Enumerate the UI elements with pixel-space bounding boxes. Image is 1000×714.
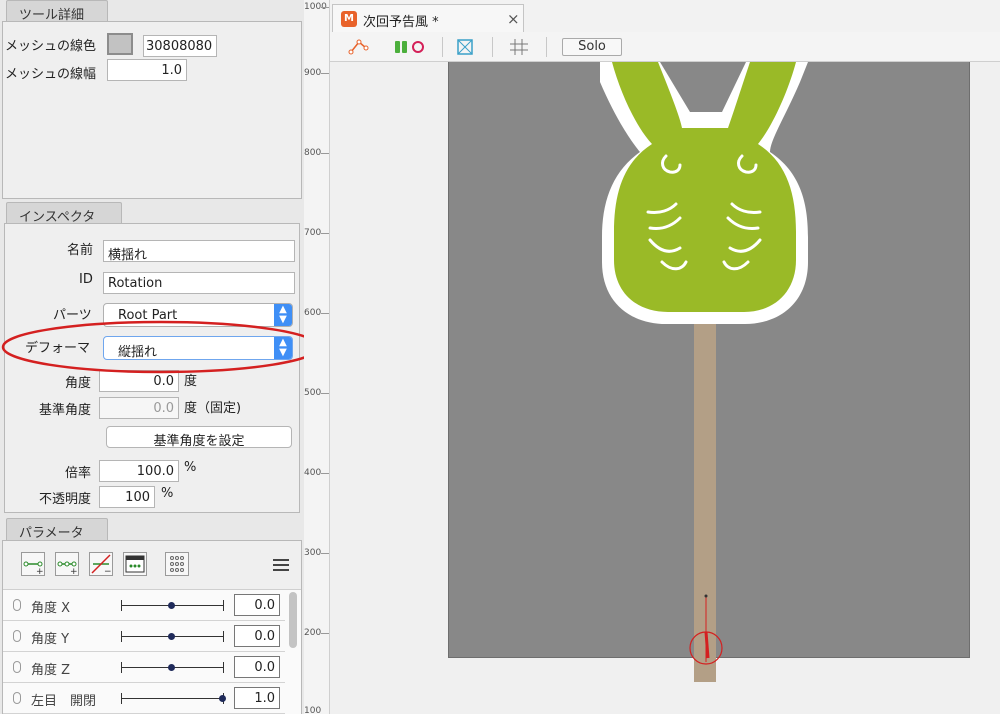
vertical-ruler: 1000 900 800 700 600 500 400 300 200 100 <box>304 0 330 714</box>
ruler-tick-label: 600 <box>304 308 322 318</box>
parameter-slider-knob[interactable] <box>168 633 175 640</box>
parameter-slider-knob[interactable] <box>168 664 175 671</box>
name-field[interactable]: 横揺れ <box>103 240 295 262</box>
mesh-color-swatch[interactable] <box>107 33 133 55</box>
ruler-tick-label: 700 <box>304 228 322 238</box>
parameter-row[interactable]: 左目 開閉 1.0 <box>3 683 285 714</box>
document-title: 次回予告風 * <box>363 15 439 30</box>
base-angle-unit: 度（固定) <box>184 401 242 416</box>
scale-field[interactable]: 100.0 <box>99 460 179 482</box>
base-angle-label: 基準角度 <box>39 403 92 418</box>
svg-text:+: + <box>36 567 44 575</box>
parameter-list: 角度 X 0.0 角度 Y 0.0 角度 Z 0.0 左目 開閉 1.0 <box>3 589 301 714</box>
close-tab-icon[interactable]: × <box>507 10 520 28</box>
ruler-tick-label: 400 <box>304 468 322 478</box>
parameter-row[interactable]: 角度 X 0.0 <box>3 590 285 621</box>
left-panels: ツール詳細 メッシュの線色 30808080 メッシュの線幅 1.0 インスペク… <box>0 0 321 714</box>
mesh-color-field[interactable]: 30808080 <box>143 35 217 57</box>
app-logo-icon: M <box>341 11 357 27</box>
tool-detail-panel: メッシュの線色 30808080 メッシュの線幅 1.0 <box>2 21 302 199</box>
parameter-row[interactable]: 角度 Z 0.0 <box>3 652 285 683</box>
parameter-value[interactable]: 0.0 <box>234 625 280 647</box>
ruler-tick-label: 900 <box>304 68 322 78</box>
parameter-value[interactable]: 1.0 <box>234 687 280 709</box>
scale-unit: % <box>184 460 197 475</box>
id-field[interactable]: Rotation <box>103 272 295 294</box>
character-illustration <box>600 62 808 682</box>
canvas-toolbar: Solo <box>330 32 1000 62</box>
grid-icon[interactable] <box>508 37 530 57</box>
parameter-value[interactable]: 0.0 <box>234 594 280 616</box>
keyform-grid-icon[interactable] <box>165 552 189 576</box>
tab-parameters[interactable]: パラメータ <box>6 518 108 541</box>
lock-icon[interactable] <box>13 692 21 704</box>
ruler-tick-label: 200 <box>304 628 322 638</box>
id-label: ID <box>79 272 93 287</box>
mesh-width-label: メッシュの線幅 <box>5 67 97 82</box>
mesh-color-label: メッシュの線色 <box>5 39 97 54</box>
parameter-label: 角度 Y <box>31 632 70 647</box>
ruler-tick-label: 300 <box>304 548 322 558</box>
name-label: 名前 <box>67 243 94 258</box>
parameter-slider-knob[interactable] <box>168 602 175 609</box>
mesh-icon[interactable] <box>454 37 476 57</box>
menu-icon[interactable] <box>273 559 289 571</box>
parameter-window-icon[interactable] <box>123 552 147 576</box>
parameter-scrollbar[interactable] <box>289 592 297 648</box>
parameter-slider-knob[interactable] <box>219 695 226 702</box>
canvas[interactable] <box>330 62 1000 714</box>
parameter-value[interactable]: 0.0 <box>234 656 280 678</box>
parameters-panel: + + − 角度 X 0.0 角度 Y 0.0 角度 Z 0.0 左目 開閉 1… <box>2 540 302 714</box>
svg-text:−: − <box>104 567 112 575</box>
mesh-width-field[interactable]: 1.0 <box>107 59 187 81</box>
set-base-angle-button[interactable]: 基準角度を設定 <box>106 426 292 449</box>
parameter-label: 角度 X <box>31 601 71 616</box>
character-body <box>612 62 796 312</box>
deformer-toggle-icon[interactable] <box>392 37 428 57</box>
opacity-field[interactable]: 100 <box>99 486 155 508</box>
tab-tool-detail[interactable]: ツール詳細 <box>6 0 108 23</box>
document-area: M 次回予告風 * × Solo <box>330 0 1000 714</box>
ruler-tick-label: 100 <box>304 706 322 714</box>
parameter-slider-track[interactable] <box>121 698 223 699</box>
add-parameter-icon[interactable]: + <box>21 552 45 577</box>
remove-keyform-icon[interactable]: − <box>89 552 113 577</box>
svg-text:+: + <box>70 567 78 575</box>
lock-icon[interactable] <box>13 661 21 673</box>
solo-button[interactable]: Solo <box>562 38 622 56</box>
base-angle-field: 0.0 <box>99 397 179 419</box>
stick <box>694 312 716 682</box>
opacity-label: 不透明度 <box>39 492 92 507</box>
ruler-tick-label: 500 <box>304 388 322 398</box>
opacity-unit: % <box>161 486 174 501</box>
scale-label: 倍率 <box>65 466 92 481</box>
ruler-tick-label: 800 <box>304 148 322 158</box>
parameter-label: 左目 開閉 <box>31 694 97 709</box>
add-keyform-icon[interactable]: + <box>55 552 79 577</box>
tab-inspector[interactable]: インスペクタ <box>6 202 122 225</box>
deformer-path-icon[interactable] <box>348 37 370 57</box>
parameter-row[interactable]: 角度 Y 0.0 <box>3 621 285 652</box>
lock-icon[interactable] <box>13 630 21 642</box>
highlight-ellipse <box>1 320 321 374</box>
document-tab[interactable]: M 次回予告風 * × <box>332 4 524 32</box>
lock-icon[interactable] <box>13 599 21 611</box>
parameter-label: 角度 Z <box>31 663 71 678</box>
